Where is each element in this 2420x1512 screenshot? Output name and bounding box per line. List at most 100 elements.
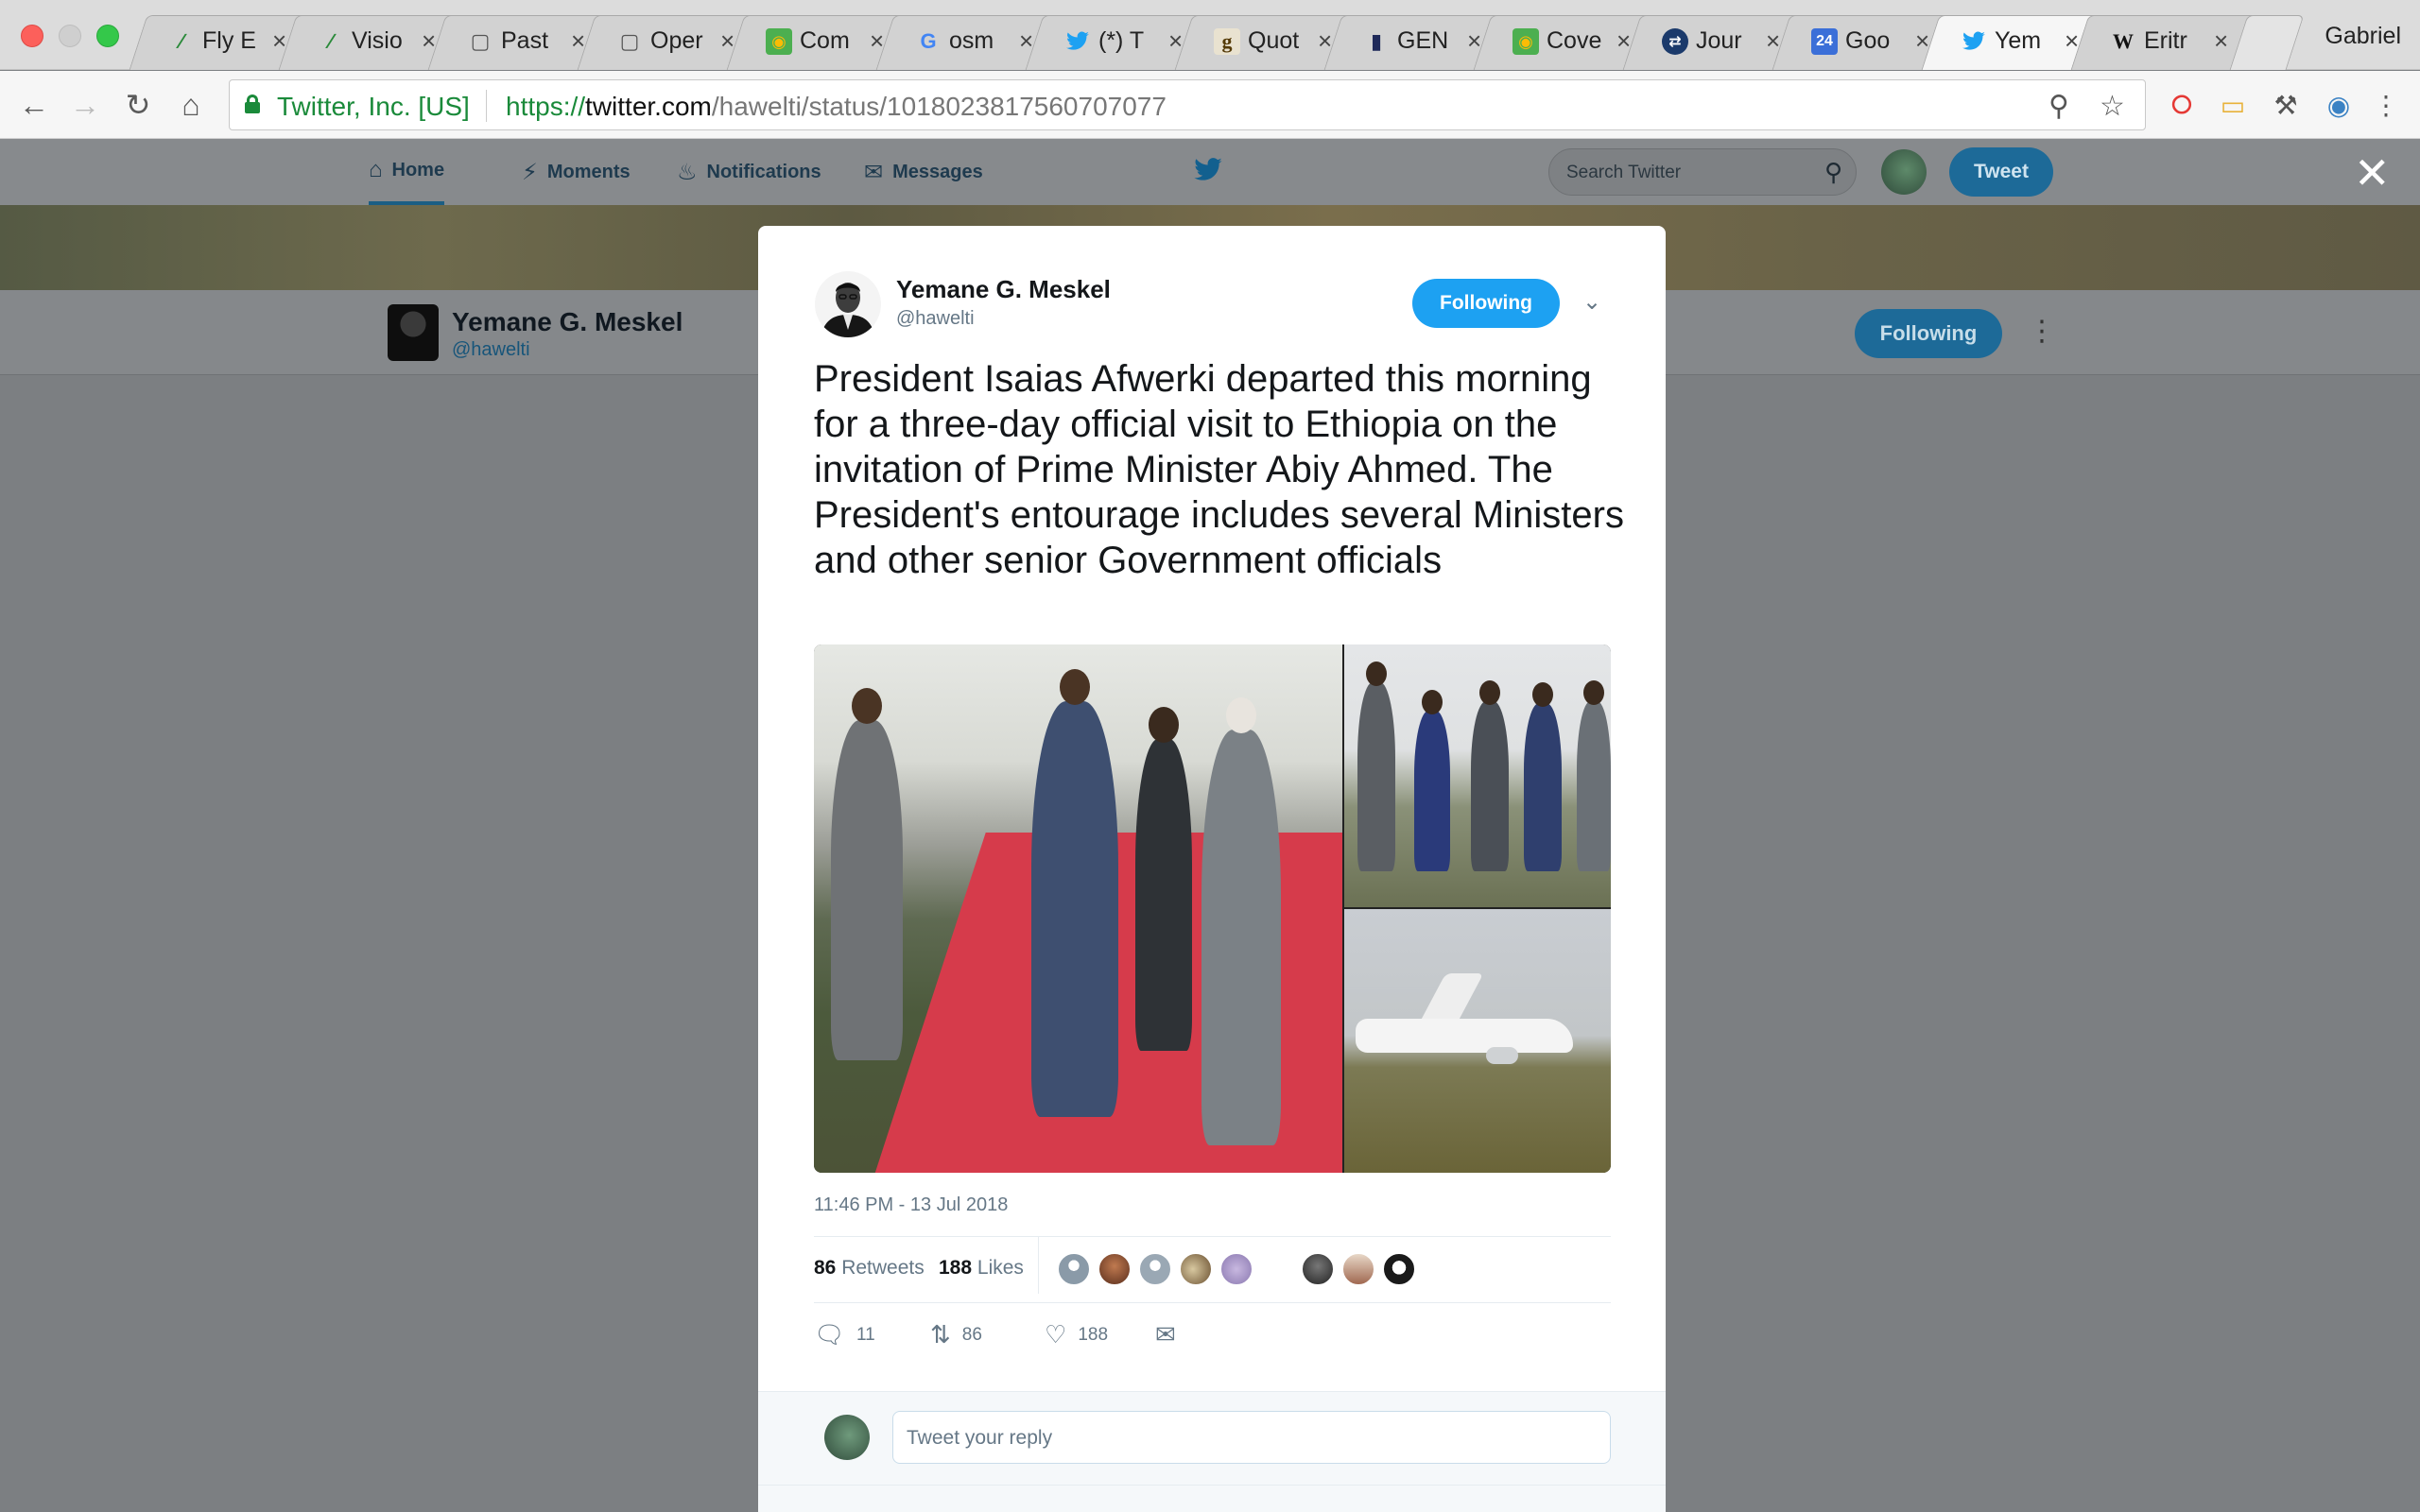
heart-icon: ♡	[1045, 1320, 1067, 1349]
following-button[interactable]: Following	[1412, 279, 1560, 328]
divider	[814, 1302, 1611, 1303]
globe-extension-icon[interactable]: ◉	[2322, 88, 2356, 122]
tools-extension-icon[interactable]: ⚒	[2269, 88, 2303, 122]
author-name[interactable]: Yemane G. Meskel	[896, 275, 1111, 304]
chevron-down-icon[interactable]: ⌄	[1582, 288, 1601, 316]
twitter-bird-icon[interactable]	[1193, 157, 1223, 191]
tab-title: Yem	[1995, 27, 2042, 54]
book-icon: ▮	[1370, 29, 1383, 53]
tab-title: Visio	[352, 27, 403, 54]
zoom-icon[interactable]: ⚲	[2048, 90, 2069, 123]
direct-message-action[interactable]: ✉	[1155, 1320, 1187, 1349]
tab-title: Quot	[1248, 27, 1300, 54]
tab-title: Fly E	[202, 27, 256, 54]
tweet-photo-airplane[interactable]	[1344, 909, 1611, 1173]
opera-extension-icon[interactable]: ⭘	[2165, 88, 2199, 122]
document-icon: ▢	[619, 29, 640, 53]
retweets-stat[interactable]: 86 Retweets	[814, 1257, 925, 1280]
new-tab-button[interactable]	[2229, 15, 2305, 70]
site-identity[interactable]: Twitter, Inc. [US]	[277, 92, 470, 122]
wikipedia-icon: W	[2113, 29, 2134, 53]
envelope-icon: ✉	[864, 159, 884, 185]
reply-action[interactable]: 🗨 11	[814, 1320, 875, 1349]
liker-avatar[interactable]	[1138, 1252, 1172, 1286]
reload-icon[interactable]: ↻	[119, 86, 157, 124]
url-text[interactable]: https://twitter.com/hawelti/status/10180…	[506, 92, 1167, 122]
menu-icon[interactable]: ⋮	[2369, 88, 2403, 122]
nav-home[interactable]: ⌂ Home	[369, 139, 445, 205]
tab-title: Jour	[1696, 27, 1742, 54]
reply-icon: 🗨	[814, 1320, 846, 1349]
twitter-icon	[1064, 28, 1091, 55]
liker-avatar[interactable]	[1057, 1252, 1091, 1286]
journal-icon: ⇄	[1662, 28, 1688, 55]
tab-title: osm	[949, 27, 994, 54]
calendar-icon: 24	[1811, 28, 1838, 55]
document-icon: ▢	[470, 29, 491, 53]
close-tab-icon[interactable]: ×	[2214, 26, 2228, 56]
like-action[interactable]: ♡ 188	[1045, 1320, 1108, 1349]
profile-handle[interactable]: @hawelti	[452, 339, 530, 361]
tweet-timestamp[interactable]: 11:46 PM - 13 Jul 2018	[814, 1194, 1008, 1216]
liker-avatar[interactable]	[1382, 1252, 1416, 1286]
envelope-icon: ✉	[1155, 1320, 1176, 1349]
twitter-icon	[1961, 28, 1987, 55]
liker-avatar[interactable]	[1341, 1252, 1375, 1286]
tab-title: Eritr	[2144, 27, 2187, 54]
tweet-permalink-modal: Yemane G. Meskel @hawelti Following ⌄ Pr…	[758, 226, 1666, 1512]
minimize-window-button[interactable]	[59, 25, 81, 47]
home-icon: ⌂	[369, 157, 383, 182]
divider	[814, 1236, 1611, 1237]
back-arrow-icon[interactable]: ←	[15, 86, 53, 124]
tweet-photo-red-carpet[interactable]	[814, 644, 1342, 1173]
close-window-button[interactable]	[21, 25, 43, 47]
likes-stat[interactable]: 188 Likes	[939, 1257, 1024, 1280]
tab-list: ∕ Fly E × ∕ Visio × ▢ Past × ▢ Oper × ◉ …	[129, 15, 2305, 70]
address-bar[interactable]: Twitter, Inc. [US] https://twitter.com/h…	[229, 79, 2146, 130]
tab-title: (*) T	[1098, 27, 1145, 54]
home-icon[interactable]: ⌂	[172, 86, 210, 124]
account-avatar[interactable]	[1881, 149, 1927, 195]
tab-title: Cove	[1547, 27, 1602, 54]
compose-tweet-button[interactable]: Tweet	[1949, 147, 2053, 197]
nav-messages[interactable]: ✉ Messages	[864, 139, 983, 205]
liker-avatar[interactable]	[1301, 1252, 1335, 1286]
maps-icon: ◉	[1512, 28, 1539, 55]
liker-avatar[interactable]	[1219, 1252, 1253, 1286]
more-options-icon[interactable]: ⋮	[2028, 315, 2056, 348]
folder-extension-icon[interactable]: ▭	[2216, 88, 2250, 122]
reply-input[interactable]: Tweet your reply	[892, 1411, 1611, 1464]
tab-title: Oper	[650, 27, 703, 54]
zoom-window-button[interactable]	[96, 25, 119, 47]
browser-tab-strip: ∕ Fly E × ∕ Visio × ▢ Past × ▢ Oper × ◉ …	[0, 0, 2420, 70]
tweet-text: President Isaias Afwerki departed this m…	[814, 358, 1624, 581]
author-handle[interactable]: @hawelti	[896, 308, 975, 330]
profile-avatar[interactable]	[388, 304, 439, 361]
following-button[interactable]: Following	[1855, 309, 2002, 358]
nav-moments[interactable]: ⚡ Moments	[522, 139, 631, 205]
liker-avatar[interactable]	[1179, 1252, 1213, 1286]
lock-icon[interactable]	[245, 94, 260, 113]
goodreads-icon: g	[1214, 28, 1240, 55]
current-user-avatar[interactable]	[824, 1415, 870, 1460]
retweet-action[interactable]: ⇅ 86	[930, 1320, 982, 1349]
reply-placeholder: Tweet your reply	[907, 1427, 1053, 1449]
browser-tab[interactable]: W Eritr ×	[2070, 15, 2257, 70]
profile-name[interactable]: Yemane G. Meskel	[452, 307, 683, 337]
maps-icon: ◉	[766, 28, 792, 55]
nav-notifications[interactable]: ♨ Notifications	[677, 139, 821, 205]
flag-icon: ∕	[180, 29, 183, 53]
profile-name[interactable]: Gabriel	[2325, 23, 2401, 50]
forward-arrow-icon[interactable]: →	[66, 86, 104, 124]
bell-icon: ♨	[677, 159, 698, 185]
liker-avatar[interactable]	[1098, 1252, 1132, 1286]
search-icon[interactable]: ⚲	[1824, 158, 1842, 187]
lightning-icon: ⚡	[522, 159, 538, 185]
bookmark-star-icon[interactable]: ☆	[2100, 90, 2125, 123]
tweet-photo-waving-delegation[interactable]	[1344, 644, 1611, 907]
close-modal-icon[interactable]: ✕	[2354, 151, 2391, 195]
author-avatar[interactable]	[815, 271, 881, 337]
twitter-search-input[interactable]: Search Twitter ⚲	[1548, 148, 1857, 196]
flag-icon: ∕	[329, 29, 333, 53]
tweet-media-grid	[814, 644, 1611, 1173]
